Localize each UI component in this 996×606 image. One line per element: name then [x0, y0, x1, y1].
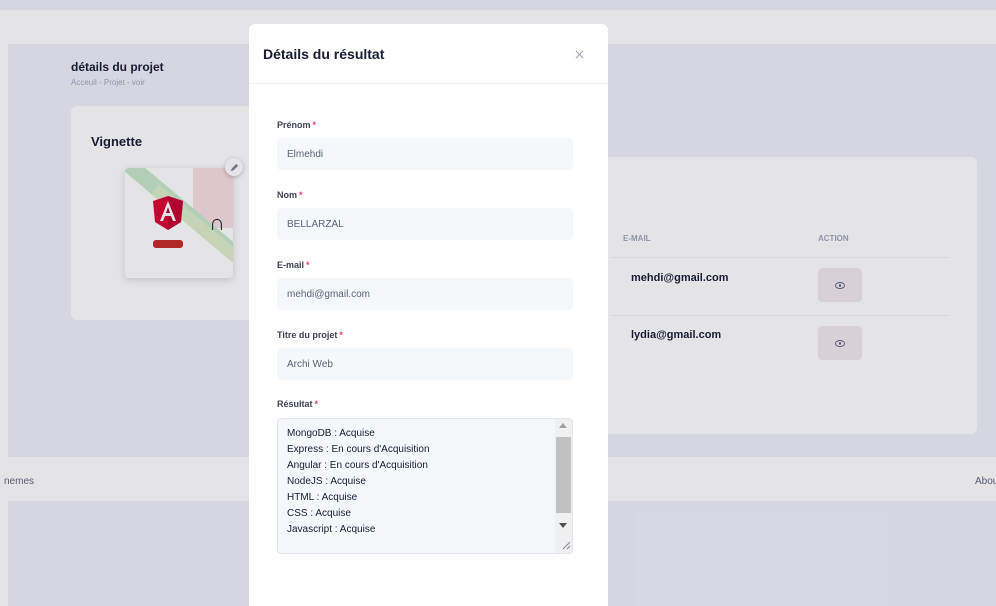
- resultat-line: Express : En cours d'Acquisition: [287, 444, 430, 455]
- close-button[interactable]: [571, 46, 587, 62]
- email-field[interactable]: [277, 278, 573, 310]
- required-marker: *: [299, 190, 303, 200]
- resultat-textarea[interactable]: MongoDB : Acquise Express : En cours d'A…: [277, 418, 573, 554]
- nom-field[interactable]: [277, 208, 573, 240]
- prenom-label: Prénom *: [277, 120, 317, 130]
- scroll-thumb[interactable]: [556, 437, 571, 513]
- resultat-line: CSS : Acquise: [287, 508, 351, 519]
- textarea-scrollbar[interactable]: [555, 419, 572, 553]
- close-icon: [575, 50, 583, 58]
- titre-label: Titre du projet *: [277, 330, 343, 340]
- resultat-label: Résultat *: [277, 399, 319, 409]
- prenom-field[interactable]: [277, 138, 573, 170]
- scroll-up-arrow-icon[interactable]: [559, 423, 567, 428]
- result-details-modal: Détails du résultat Prénom* Nom* E-mail*…: [249, 24, 608, 606]
- modal-title: Détails du résultat: [263, 46, 385, 62]
- scroll-down-arrow-icon[interactable]: [559, 523, 567, 528]
- email-label: E-mail *: [277, 260, 310, 270]
- required-marker: *: [314, 399, 319, 409]
- resultat-line: HTML : Acquise: [287, 492, 358, 503]
- modal-header: Détails du résultat: [249, 24, 608, 84]
- required-marker: *: [306, 260, 310, 270]
- resultat-line: NodeJS : Acquise: [287, 476, 366, 487]
- resultat-line: Javascript : Acquise: [287, 524, 376, 535]
- nom-label: Nom *: [277, 190, 303, 200]
- required-marker: *: [339, 330, 343, 340]
- resize-grip-icon[interactable]: [561, 540, 571, 550]
- resultat-line: MongoDB : Acquise: [287, 428, 375, 439]
- resultat-line: Angular : En cours d'Acquisition: [287, 460, 428, 471]
- required-marker: *: [312, 120, 317, 130]
- project-title-field[interactable]: [277, 348, 573, 380]
